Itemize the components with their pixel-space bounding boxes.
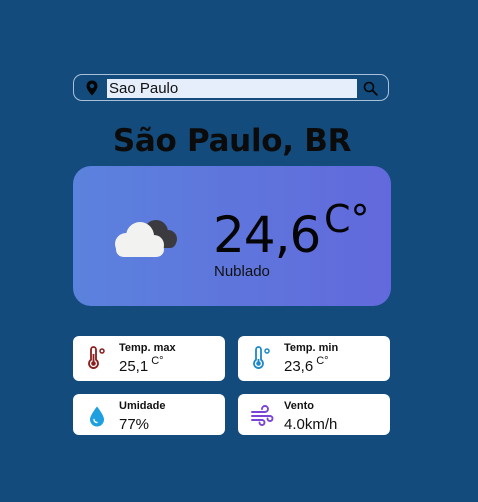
temp-max-label: Temp. max [119,342,176,354]
cloudy-icon [115,220,177,257]
current-weather-card: 24,6 C° Nublado [73,166,391,306]
thermometer-hot-icon [88,346,105,369]
wind-label: Vento [284,400,314,412]
wind-icon [251,405,274,426]
temperature-unit: C° [324,197,370,241]
weather-description: Nublado [214,263,270,280]
city-search-input[interactable] [107,79,357,98]
wind-value: 4.0km/h [284,416,338,433]
humidity-value: 77% [119,416,150,433]
humidity-label: Umidade [119,400,166,412]
wind-card: Vento 4.0km/h [238,394,390,435]
temp-max-value: 25,1 C° [119,355,164,375]
temp-min-label: Temp. min [284,342,339,354]
water-drop-icon [90,406,104,427]
city-title: São Paulo, BR [112,123,352,159]
temp-max-card: Temp. max 25,1 C° [73,336,225,381]
thermometer-cold-icon [253,346,270,369]
humidity-card: Umidade 77% [73,394,225,435]
temp-min-value: 23,6 C° [284,355,329,375]
location-pin-icon [86,80,98,96]
temp-min-card: Temp. min 23,6 C° [238,336,390,381]
current-temperature: 24,6 [213,206,321,264]
search-bar [73,74,389,101]
magnifier-icon[interactable] [363,81,378,96]
